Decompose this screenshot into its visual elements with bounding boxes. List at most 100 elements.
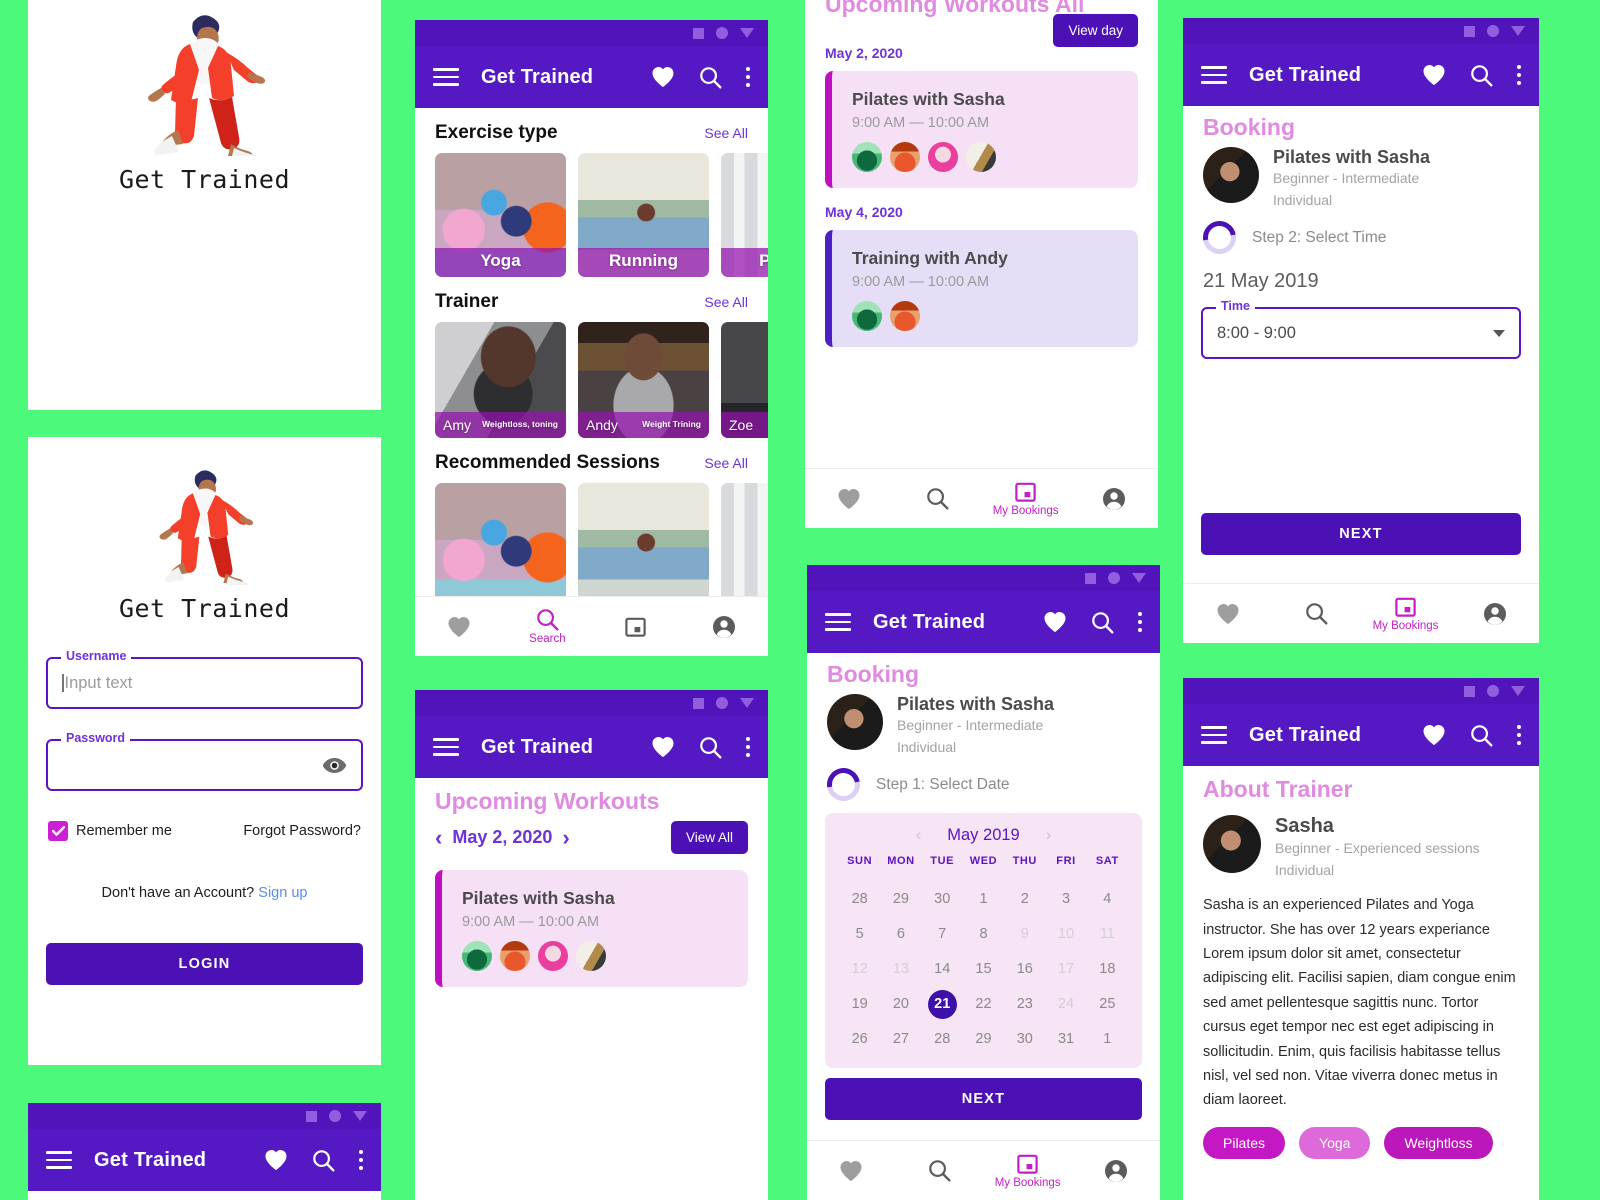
calendar-prev-icon[interactable]: ‹	[916, 825, 922, 845]
calendar-day[interactable]: 30	[922, 885, 963, 914]
calendar-day[interactable]: 25	[1087, 990, 1128, 1019]
see-all-link[interactable]: See All	[704, 294, 748, 310]
calendar-day[interactable]: 18	[1087, 955, 1128, 984]
calendar-widget[interactable]: ‹ May 2019 › SUN MON TUE WED THU FRI SAT…	[825, 813, 1142, 1069]
time-select[interactable]: Time 8:00 - 9:00	[1201, 299, 1521, 360]
calendar-day[interactable]: 30	[1004, 1025, 1045, 1054]
calendar-day[interactable]: 28	[922, 1025, 963, 1054]
nav-bookings[interactable]: My Bookings	[982, 469, 1070, 528]
search-icon[interactable]	[1470, 724, 1493, 747]
nav-favorites[interactable]	[415, 597, 503, 656]
calendar-day[interactable]: 8	[963, 920, 1004, 949]
forgot-password-link[interactable]: Forgot Password?	[243, 823, 361, 839]
nav-account[interactable]	[680, 597, 768, 656]
exercise-card[interactable]: Yoga	[435, 153, 566, 277]
calendar-day[interactable]: 1	[963, 885, 1004, 914]
calendar-day[interactable]: 5	[839, 920, 880, 949]
session-card[interactable]	[578, 483, 709, 607]
workout-card[interactable]: Pilates with Sasha 9:00 AM — 10:00 AM	[435, 870, 748, 987]
calendar-next-icon[interactable]: ›	[1046, 825, 1052, 845]
hamburger-menu-icon[interactable]	[433, 738, 459, 756]
username-input[interactable]: Input text	[65, 674, 133, 693]
view-all-button[interactable]: View All	[670, 821, 748, 854]
calendar-day[interactable]: 2	[1004, 885, 1045, 914]
calendar-day[interactable]: 3	[1045, 885, 1086, 914]
calendar-day[interactable]: 7	[922, 920, 963, 949]
calendar-day[interactable]: 16	[1004, 955, 1045, 984]
calendar-day[interactable]: 15	[963, 955, 1004, 984]
calendar-day[interactable]: 23	[1004, 990, 1045, 1019]
calendar-day[interactable]: 14	[922, 955, 963, 984]
kebab-menu-icon[interactable]	[1138, 612, 1142, 632]
tag-chip[interactable]: Weightloss	[1384, 1126, 1493, 1159]
login-button[interactable]: LOGIN	[46, 943, 363, 985]
nav-account[interactable]	[1072, 1141, 1160, 1200]
nav-bookings[interactable]: My Bookings	[1361, 584, 1450, 643]
remember-me-row[interactable]: Remember me	[48, 821, 172, 841]
kebab-menu-icon[interactable]	[746, 737, 750, 757]
trainer-card[interactable]: Zoe	[721, 322, 768, 438]
hamburger-menu-icon[interactable]	[46, 1151, 72, 1169]
tag-chip[interactable]: Pilates	[1203, 1126, 1286, 1159]
kebab-menu-icon[interactable]	[746, 67, 750, 87]
heart-icon[interactable]	[651, 736, 675, 758]
workout-card[interactable]: Pilates with Sasha 9:00 AM — 10:00 AM	[825, 71, 1138, 189]
nav-search[interactable]: Search	[503, 597, 591, 656]
see-all-link[interactable]: See All	[704, 455, 748, 471]
search-icon[interactable]	[312, 1149, 335, 1172]
nav-account[interactable]	[1070, 469, 1158, 528]
nav-search[interactable]	[893, 469, 981, 528]
username-field[interactable]: Username Input text	[46, 649, 363, 709]
view-day-button[interactable]: View day	[1053, 14, 1138, 47]
nav-favorites[interactable]	[1183, 584, 1272, 643]
session-card[interactable]	[435, 483, 566, 607]
next-button[interactable]: NEXT	[825, 1078, 1142, 1121]
kebab-menu-icon[interactable]	[1517, 65, 1521, 85]
nav-search[interactable]	[1272, 584, 1361, 643]
tag-chip[interactable]: Yoga	[1299, 1126, 1371, 1159]
password-field[interactable]: Password	[46, 731, 363, 791]
session-card[interactable]	[721, 483, 768, 607]
calendar-day[interactable]: 4	[1087, 885, 1128, 914]
calendar-day[interactable]: 28	[839, 885, 880, 914]
nav-bookings[interactable]: My Bookings	[984, 1141, 1072, 1200]
hamburger-menu-icon[interactable]	[1201, 66, 1227, 84]
search-icon[interactable]	[1470, 64, 1493, 87]
calendar-day[interactable]: 22	[963, 990, 1004, 1019]
chevron-down-icon[interactable]	[1493, 329, 1505, 337]
calendar-day[interactable]: 6	[880, 920, 921, 949]
nav-account[interactable]	[1450, 584, 1539, 643]
heart-icon[interactable]	[264, 1149, 288, 1171]
trainer-card[interactable]: Andy Weight Trining	[578, 322, 709, 438]
nav-bookings[interactable]	[592, 597, 680, 656]
kebab-menu-icon[interactable]	[1517, 725, 1521, 745]
calendar-day[interactable]: 29	[963, 1025, 1004, 1054]
hamburger-menu-icon[interactable]	[1201, 726, 1227, 744]
next-day-button[interactable]: ›	[562, 826, 569, 849]
calendar-day[interactable]: 19	[839, 990, 880, 1019]
exercise-type-carousel[interactable]: Yoga Running Pilates	[415, 153, 768, 277]
search-icon[interactable]	[699, 66, 722, 89]
calendar-day[interactable]: 27	[880, 1025, 921, 1054]
nav-favorites[interactable]	[805, 469, 893, 528]
see-all-link[interactable]: See All	[704, 125, 748, 141]
signup-link[interactable]: Sign up	[258, 885, 307, 901]
recommended-sessions-carousel[interactable]	[415, 483, 768, 607]
heart-icon[interactable]	[1422, 64, 1446, 86]
search-icon[interactable]	[699, 736, 722, 759]
calendar-day[interactable]: 26	[839, 1025, 880, 1054]
trainer-carousel[interactable]: Amy Weightloss, toning Andy Weight Trini…	[415, 322, 768, 438]
hamburger-menu-icon[interactable]	[825, 613, 851, 631]
exercise-card[interactable]: Running	[578, 153, 709, 277]
workout-card[interactable]: Training with Andy 9:00 AM — 10:00 AM	[825, 230, 1138, 348]
search-icon[interactable]	[1091, 611, 1114, 634]
exercise-card[interactable]: Pilates	[721, 153, 768, 277]
calendar-day[interactable]: 29	[880, 885, 921, 914]
kebab-menu-icon[interactable]	[359, 1150, 363, 1170]
calendar-day[interactable]: 31	[1045, 1025, 1086, 1054]
heart-icon[interactable]	[651, 66, 675, 88]
remember-me-checkbox[interactable]	[48, 821, 68, 841]
nav-favorites[interactable]	[807, 1141, 895, 1200]
heart-icon[interactable]	[1043, 611, 1067, 633]
hamburger-menu-icon[interactable]	[433, 68, 459, 86]
